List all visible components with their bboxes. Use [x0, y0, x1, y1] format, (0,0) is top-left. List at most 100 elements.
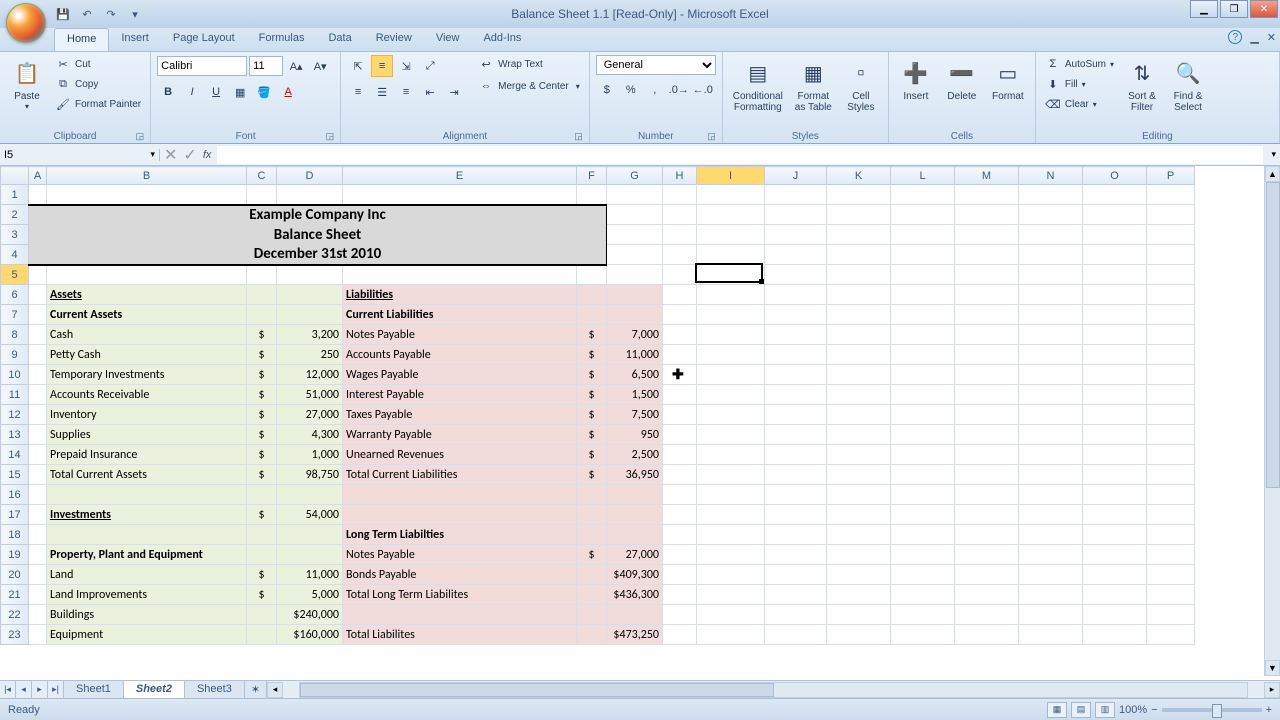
increase-indent-icon[interactable]: ⇥: [443, 81, 465, 103]
col-head-M[interactable]: M: [955, 167, 1019, 185]
cell-I11[interactable]: [697, 385, 765, 405]
cell-O14[interactable]: [1083, 445, 1147, 465]
cell-O6[interactable]: [1083, 285, 1147, 305]
enter-formula-icon[interactable]: ✓: [183, 145, 196, 165]
cell-O23[interactable]: [1083, 625, 1147, 645]
cell-P17[interactable]: [1147, 505, 1195, 525]
row-head-7[interactable]: 7: [1, 305, 29, 325]
cell-E23[interactable]: Total Liabilites: [343, 625, 577, 645]
cell-O19[interactable]: [1083, 545, 1147, 565]
cell-E10[interactable]: Wages Payable: [343, 365, 577, 385]
cell-O16[interactable]: [1083, 485, 1147, 505]
cell-N15[interactable]: [1019, 465, 1083, 485]
col-head-F[interactable]: F: [577, 167, 607, 185]
cell-I22[interactable]: [697, 605, 765, 625]
cell-J12[interactable]: [765, 405, 827, 425]
cell-B19[interactable]: Property, Plant and Equipment: [47, 545, 247, 565]
cell-C20[interactable]: $: [247, 565, 277, 585]
cell-K22[interactable]: [827, 605, 891, 625]
cell-G2[interactable]: [607, 205, 663, 225]
row-head-23[interactable]: 23: [1, 625, 29, 645]
cell-I17[interactable]: [697, 505, 765, 525]
cell-H16[interactable]: [663, 485, 697, 505]
cell-L23[interactable]: [891, 625, 955, 645]
underline-button[interactable]: U: [205, 81, 227, 103]
fill-color-button[interactable]: 🪣: [253, 81, 275, 103]
cell-B12[interactable]: Inventory: [47, 405, 247, 425]
decrease-decimal-icon[interactable]: ←.0: [692, 79, 714, 101]
cell-C10[interactable]: $: [247, 365, 277, 385]
cell-O7[interactable]: [1083, 305, 1147, 325]
cell-G8[interactable]: 7,000: [607, 325, 663, 345]
cell-N11[interactable]: [1019, 385, 1083, 405]
cell-J4[interactable]: [765, 245, 827, 265]
cell-E7[interactable]: Current Liabilities: [343, 305, 577, 325]
cell-J10[interactable]: [765, 365, 827, 385]
cell-B7[interactable]: Current Assets: [47, 305, 247, 325]
cell-J20[interactable]: [765, 565, 827, 585]
cell-O21[interactable]: [1083, 585, 1147, 605]
cell-P18[interactable]: [1147, 525, 1195, 545]
title-row-3[interactable]: Balance Sheet: [29, 225, 607, 245]
cell-P12[interactable]: [1147, 405, 1195, 425]
clear-button[interactable]: ⌫Clear▾: [1042, 95, 1117, 113]
page-layout-view-icon[interactable]: ▤: [1071, 702, 1091, 718]
wrap-text-button[interactable]: ↩Wrap Text: [475, 55, 583, 73]
cell-P15[interactable]: [1147, 465, 1195, 485]
cell-C5[interactable]: [247, 265, 277, 285]
cell-N4[interactable]: [1019, 245, 1083, 265]
cell-B10[interactable]: Temporary Investments: [47, 365, 247, 385]
scroll-down-icon[interactable]: ▼: [1265, 660, 1280, 676]
cell-C7[interactable]: [247, 305, 277, 325]
cell-O4[interactable]: [1083, 245, 1147, 265]
cell-E11[interactable]: Interest Payable: [343, 385, 577, 405]
cell-H22[interactable]: [663, 605, 697, 625]
format-as-table-button[interactable]: ▦Format as Table: [791, 55, 836, 115]
cell-C16[interactable]: [247, 485, 277, 505]
cell-D16[interactable]: [277, 485, 343, 505]
cell-F14[interactable]: $: [577, 445, 607, 465]
cell-I8[interactable]: [697, 325, 765, 345]
cell-D10[interactable]: 12,000: [277, 365, 343, 385]
cell-J7[interactable]: [765, 305, 827, 325]
zoom-in-icon[interactable]: +: [1266, 704, 1272, 716]
scroll-up-icon[interactable]: ▲: [1265, 166, 1280, 182]
cell-N3[interactable]: [1019, 225, 1083, 245]
cell-P8[interactable]: [1147, 325, 1195, 345]
cell-J17[interactable]: [765, 505, 827, 525]
cell-H14[interactable]: [663, 445, 697, 465]
conditional-formatting-button[interactable]: ▤Conditional Formatting: [729, 55, 787, 115]
cell-G23[interactable]: $473,250: [607, 625, 663, 645]
sheet-tab-3[interactable]: Sheet3: [185, 681, 245, 698]
col-head-G[interactable]: G: [607, 167, 663, 185]
cell-C15[interactable]: $: [247, 465, 277, 485]
cell-D17[interactable]: 54,000: [277, 505, 343, 525]
cell-J16[interactable]: [765, 485, 827, 505]
row-head-13[interactable]: 13: [1, 425, 29, 445]
cell-P5[interactable]: [1147, 265, 1195, 285]
cell-M6[interactable]: [955, 285, 1019, 305]
insert-cells-button[interactable]: ➕Insert: [895, 55, 937, 104]
office-button[interactable]: [6, 3, 46, 43]
cell-F7[interactable]: [577, 305, 607, 325]
cell-L16[interactable]: [891, 485, 955, 505]
cell-G20[interactable]: $409,300: [607, 565, 663, 585]
row-head-1[interactable]: 1: [1, 185, 29, 205]
cell-C18[interactable]: [247, 525, 277, 545]
cell-B5[interactable]: [47, 265, 247, 285]
cell-E5[interactable]: [343, 265, 577, 285]
cell-K16[interactable]: [827, 485, 891, 505]
cell-L12[interactable]: [891, 405, 955, 425]
cell-K2[interactable]: [827, 205, 891, 225]
sort-filter-button[interactable]: ⇅Sort & Filter: [1121, 55, 1163, 115]
bold-button[interactable]: B: [157, 81, 179, 103]
cell-J3[interactable]: [765, 225, 827, 245]
cell-P19[interactable]: [1147, 545, 1195, 565]
cell-P16[interactable]: [1147, 485, 1195, 505]
find-select-button[interactable]: 🔍Find & Select: [1167, 55, 1209, 115]
tab-view[interactable]: View: [424, 28, 472, 51]
cell-F6[interactable]: [577, 285, 607, 305]
cell-C8[interactable]: $: [247, 325, 277, 345]
sheet-tab-2[interactable]: Sheet2: [124, 681, 185, 698]
cell-D14[interactable]: 1,000: [277, 445, 343, 465]
